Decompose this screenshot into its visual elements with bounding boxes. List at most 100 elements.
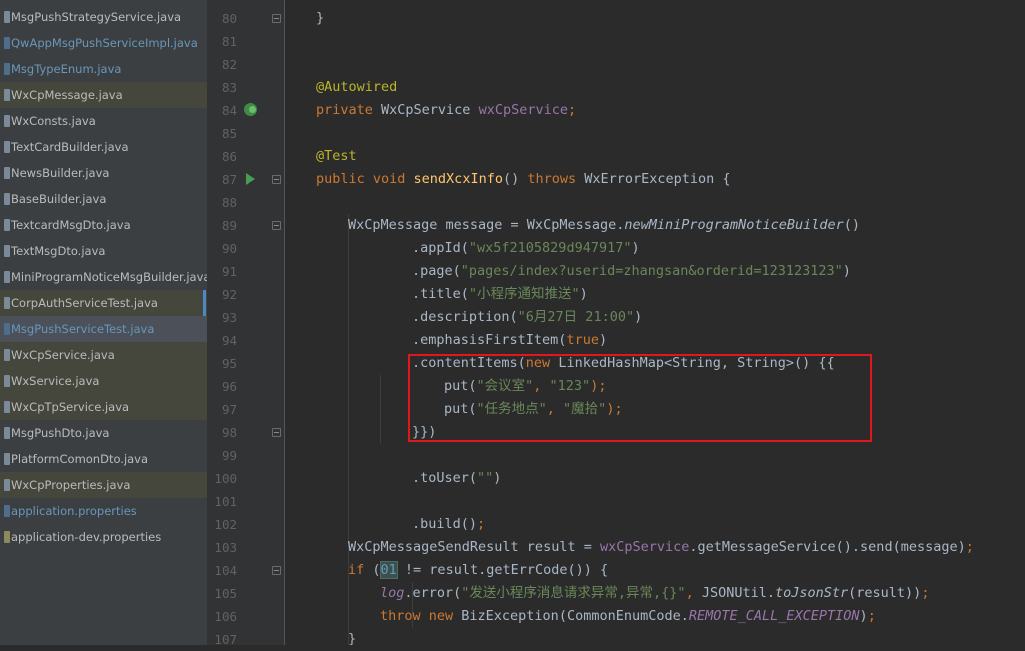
file-tree-item[interactable]: MsgPushStrategyService.java [0,4,207,30]
code-line[interactable]: .emphasisFirstItem(true) [412,329,607,352]
code-line[interactable]: if (01 != result.getErrCode()) { [348,559,608,582]
code-token: ) [631,240,640,256]
java-file-icon [4,167,10,179]
code-token: } [348,631,357,645]
code-token: @Autowired [316,79,398,95]
fold-icon[interactable] [272,428,281,437]
code-token: WxErrorException { [584,171,731,187]
code-token: ) [634,309,643,325]
code-line[interactable]: .page("pages/index?userid=zhangsan&order… [412,260,851,283]
file-tree-item-label: MsgTypeEnum.java [11,62,122,76]
code-line[interactable]: @Autowired [316,76,397,99]
fold-icon[interactable] [272,221,281,230]
line-number: 107 [214,632,237,647]
file-tree-item[interactable]: NewsBuilder.java [0,160,207,186]
file-tree-item-label: MsgPushDto.java [11,426,110,440]
code-token: ) [842,263,851,279]
code-token: != result.getErrCode()) { [396,562,609,578]
code-token: (result)) [848,585,922,601]
code-token: } [316,10,325,26]
line-number: 92 [221,287,237,302]
code-line[interactable]: .description("6月27日 21:00") [412,306,642,329]
autowired-bean-icon[interactable] [244,103,257,116]
code-token: log [380,585,405,601]
code-token: throw new [380,608,462,624]
file-tree-item[interactable]: TextMsgDto.java [0,238,207,264]
code-token: "6月27日 21:00" [517,309,635,325]
code-token: .page( [412,263,461,279]
java-file-icon [4,349,10,361]
code-line[interactable]: .toUser("") [412,467,501,490]
file-tree-item[interactable]: WxService.java [0,368,207,394]
code-line[interactable]: .appId("wx5f2105829d947917") [412,237,640,260]
file-tree-item[interactable]: WxCpTpService.java [0,394,207,420]
file-tree-item[interactable]: PlatformComonDto.java [0,446,207,472]
fold-icon[interactable] [272,566,281,575]
line-number: 96 [221,379,237,394]
line-number: 84 [221,103,237,118]
line-number: 86 [221,149,237,164]
file-tree-item[interactable]: WxCpService.java [0,342,207,368]
line-number: 105 [214,586,237,601]
fold-icon[interactable] [272,175,281,184]
code-token: "wx5f2105829d947917" [468,240,632,256]
file-tree-item[interactable]: WxCpProperties.java [0,472,207,498]
file-tree-item-label: MiniProgramNoticeMsgBuilder.java [11,270,207,284]
code-line[interactable]: public void sendXcxInfo() throws WxError… [316,168,731,191]
java-file-icon [4,193,10,205]
code-line[interactable]: } [348,628,356,645]
file-tree-item-label: application.properties [11,504,137,518]
file-tree-item[interactable]: application.properties [0,498,207,524]
fold-icon[interactable] [272,14,281,23]
file-tree-item[interactable]: application-dev.properties [0,524,207,550]
code-line[interactable]: WxCpMessageSendResult result = wxCpServi… [348,536,974,559]
line-number: 91 [221,264,237,279]
code-token: throws [527,171,585,187]
line-number: 104 [214,563,237,578]
file-tree-item[interactable]: CorpAuthServiceTest.java [0,290,207,316]
file-tree-item-label: MsgPushStrategyService.java [11,10,182,24]
file-tree-item-label: WxCpService.java [11,348,115,362]
line-number: 89 [221,218,237,233]
code-token: WxCpMessage message = WxCpMessage. [348,217,625,233]
code-line[interactable]: throw new BizException(CommonEnumCode.RE… [380,605,876,628]
file-tree-item[interactable]: WxCpMessage.java [0,82,207,108]
run-test-icon[interactable] [246,173,255,185]
code-token: .description( [412,309,518,325]
file-tree-item[interactable]: MsgPushServiceTest.java [0,316,207,342]
file-tree-item-label: TextMsgDto.java [11,244,106,258]
code-token: ) [579,286,588,302]
file-tree-item[interactable]: MsgTypeEnum.java [0,56,207,82]
code-line[interactable]: private WxCpService wxCpService; [316,99,576,122]
file-tree-item-label: WxCpMessage.java [11,88,123,102]
file-tree-item[interactable]: MsgPushDto.java [0,420,207,446]
code-token: public void [316,171,414,187]
file-tree-item[interactable]: QwAppMsgPushServiceImpl.java [0,30,207,56]
line-number: 80 [221,11,237,26]
file-tree-item[interactable]: MiniProgramNoticeMsgBuilder.java [0,264,207,290]
code-line[interactable]: log.error("发送小程序消息请求异常,异常,{}", JSONUtil.… [380,582,929,605]
java-file-icon [4,375,10,387]
file-tree-item-label: TextCardBuilder.java [11,140,129,154]
code-line[interactable]: .build(); [412,513,485,536]
code-editor[interactable]: } @Autowired private WxCpService wxCpServi… [285,0,1025,645]
line-number: 100 [214,471,237,486]
file-tree-item[interactable]: BaseBuilder.java [0,186,207,212]
code-line[interactable]: .title("小程序通知推送") [412,283,588,306]
code-token: WxCpService [381,102,479,118]
code-token: "pages/index?userid=zhangsan&orderid=123… [460,263,843,279]
code-line[interactable]: @Test [316,145,357,168]
code-line[interactable]: } [316,7,324,30]
code-line[interactable]: WxCpMessage message = WxCpMessage.newMin… [348,214,860,237]
line-number: 87 [221,172,237,187]
code-token: 01 [379,561,398,579]
line-number: 101 [214,494,237,509]
line-number: 81 [221,34,237,49]
file-tree-item[interactable]: TextcardMsgDto.java [0,212,207,238]
file-tree-item[interactable]: WxConsts.java [0,108,207,134]
code-token: () [502,171,528,187]
line-number: 102 [214,517,237,532]
file-tree-item[interactable]: TextCardBuilder.java [0,134,207,160]
code-token: ( [372,562,381,578]
code-token: ; [477,516,486,532]
